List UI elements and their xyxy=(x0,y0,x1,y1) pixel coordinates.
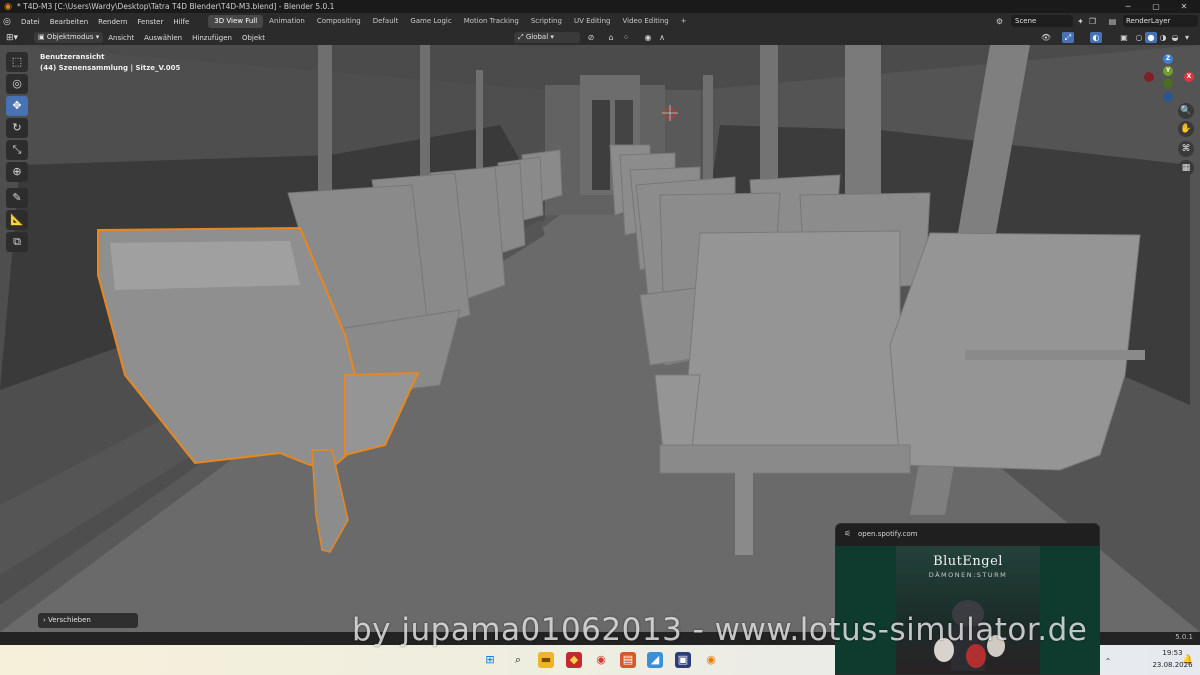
close-button[interactable]: ✕ xyxy=(1170,0,1198,13)
rotate-icon[interactable]: ↻ xyxy=(6,118,28,138)
pin-icon[interactable]: ✦ xyxy=(1075,16,1086,27)
tab-3d-view-full[interactable]: 3D View Full xyxy=(208,15,264,28)
blender-logo-icon: ◉ xyxy=(4,1,12,12)
tab-animation[interactable]: Animation xyxy=(263,15,311,28)
blender-menu-icon[interactable]: ◎ xyxy=(3,17,16,27)
new-scene-icon[interactable]: ❐ xyxy=(1087,16,1098,27)
measure-icon[interactable]: 📐 xyxy=(6,210,28,230)
axis-x-icon[interactable]: X xyxy=(1184,72,1194,82)
notification-icon[interactable]: 🔔 xyxy=(1180,652,1196,668)
view-layer-selector[interactable]: RenderLayer xyxy=(1123,15,1198,27)
search-icon[interactable]: ⌕ xyxy=(510,652,526,668)
select-box-icon[interactable]: ⬚ xyxy=(6,52,28,72)
menu-datei[interactable]: Datei xyxy=(16,18,45,26)
blender-taskbar-icon[interactable]: ◉ xyxy=(703,652,719,668)
menu-auswaehlen[interactable]: Auswählen xyxy=(139,34,187,42)
falloff-icon[interactable]: ∧ xyxy=(656,32,668,43)
xray-toggle-icon[interactable]: ▣ xyxy=(1118,32,1130,43)
tab-uv-editing[interactable]: UV Editing xyxy=(568,15,617,28)
view-layer-icon[interactable]: ▤ xyxy=(1107,16,1118,27)
pan-hand-icon[interactable]: ✋ xyxy=(1178,121,1194,137)
shading-wireframe-icon[interactable]: ○ xyxy=(1133,32,1145,43)
orientation-label: Global xyxy=(525,33,549,41)
pivot-point-icon[interactable]: ⊘ xyxy=(585,32,597,43)
shading-rendered-icon[interactable]: ◒ xyxy=(1169,32,1181,43)
tab-game-logic[interactable]: Game Logic xyxy=(404,15,457,28)
menu-fenster[interactable]: Fenster xyxy=(132,18,168,26)
tab-video-editing[interactable]: Video Editing xyxy=(616,15,674,28)
move-icon[interactable]: ✥ xyxy=(6,96,28,116)
site-settings-icon[interactable]: ⚟ xyxy=(844,529,851,538)
mode-selector[interactable]: ▣ Objektmodus ▾ xyxy=(34,32,104,43)
menu-objekt[interactable]: Objekt xyxy=(237,34,270,42)
window-titlebar: ◉ * T4D-M3 [C:\Users\Wardy\Desktop\Tatra… xyxy=(0,0,1200,13)
minimize-button[interactable]: ─ xyxy=(1114,0,1142,13)
last-operator-panel[interactable]: › Verschieben xyxy=(38,613,138,628)
viewport-header: ⊞▾ ▣ Objektmodus ▾ Ansicht Auswählen Hin… xyxy=(0,30,1200,45)
proportional-edit-icon[interactable]: ◉ xyxy=(642,32,654,43)
album-cover: BlutEngel DÄMONEN:STURM xyxy=(896,546,1040,674)
shading-solid-icon[interactable]: ● xyxy=(1145,32,1157,43)
axis-neg-z-icon[interactable] xyxy=(1163,92,1173,102)
axis-neg-y-icon[interactable] xyxy=(1163,78,1173,88)
window-title: * T4D-M3 [C:\Users\Wardy\Desktop\Tatra T… xyxy=(17,2,335,11)
start-menu-icon[interactable]: ⊞ xyxy=(482,652,498,668)
app-icon-1[interactable]: ◆ xyxy=(566,652,582,668)
cursor-icon[interactable]: ◎ xyxy=(6,74,28,94)
overlay-toggle-icon[interactable]: ◐ xyxy=(1090,32,1102,43)
snap-target-icon[interactable]: ⁘ xyxy=(620,32,632,43)
tab-motion-tracking[interactable]: Motion Tracking xyxy=(458,15,525,28)
app-icon-4[interactable]: ▣ xyxy=(675,652,691,668)
album-art-figures xyxy=(934,600,1005,671)
maximize-button[interactable]: ▢ xyxy=(1142,0,1170,13)
view-name: Benutzeransicht xyxy=(40,53,105,61)
tab-compositing[interactable]: Compositing xyxy=(311,15,367,28)
shading-material-icon[interactable]: ◑ xyxy=(1157,32,1169,43)
tab-scripting[interactable]: Scripting xyxy=(525,15,568,28)
version-label: 5.0.1 xyxy=(1175,633,1193,641)
transform-orientation-selector[interactable]: ⤢ Global ▾ xyxy=(514,32,580,43)
editor-type-icon[interactable]: ⊞▾ xyxy=(6,33,32,43)
shading-options-icon[interactable]: ▾ xyxy=(1181,32,1193,43)
annotate-icon[interactable]: ✎ xyxy=(6,188,28,208)
gizmo-toggle-icon[interactable]: ⤢ xyxy=(1062,32,1074,43)
tray-icons[interactable]: ⌃ ▣ ✪ 🔊 xyxy=(1100,654,1116,675)
zoom-icon[interactable]: 🔍 xyxy=(1178,103,1194,119)
menu-hilfe[interactable]: Hilfe xyxy=(168,18,194,26)
watermark-text: by jupama01062013 - www.lotus-simulator.… xyxy=(352,612,1088,648)
collection-info: (44) Szenensammlung | Sitze_V.005 xyxy=(40,64,181,72)
operator-label: Verschieben xyxy=(48,616,91,624)
spotify-url: open.spotify.com xyxy=(858,530,918,538)
snap-icon[interactable]: ⌂ xyxy=(605,32,617,43)
camera-view-icon[interactable]: ⌘ xyxy=(1178,141,1194,157)
axis-z-icon[interactable]: Z xyxy=(1163,54,1173,64)
scene-icon[interactable]: ⚙ xyxy=(994,16,1005,27)
visibility-icon[interactable]: 👁 xyxy=(1040,32,1052,43)
app-icon-2[interactable]: ▤ xyxy=(620,652,636,668)
add-workspace-button[interactable]: + xyxy=(675,15,693,28)
scale-icon[interactable]: ⤡ xyxy=(6,140,28,160)
top-menu-bar: ◎ Datei Bearbeiten Rendern Fenster Hilfe… xyxy=(0,13,1200,30)
menu-rendern[interactable]: Rendern xyxy=(93,18,132,26)
scene-selector[interactable]: Scene xyxy=(1011,15,1073,27)
tab-default[interactable]: Default xyxy=(367,15,405,28)
file-explorer-icon[interactable]: ▬ xyxy=(538,652,554,668)
transform-icon[interactable]: ⊕ xyxy=(6,162,28,182)
mode-label: Objektmodus xyxy=(46,33,94,41)
app-icon-3[interactable]: ◢ xyxy=(647,652,663,668)
axis-neg-x-icon[interactable] xyxy=(1144,72,1154,82)
menu-ansicht[interactable]: Ansicht xyxy=(103,34,139,42)
menu-bearbeiten[interactable]: Bearbeiten xyxy=(45,18,93,26)
grid-view-icon[interactable]: ▦ xyxy=(1178,160,1194,176)
menu-hinzufuegen[interactable]: Hinzufügen xyxy=(187,34,237,42)
tool-shelf: ⬚ ◎ ✥ ↻ ⤡ ⊕ ✎ 📐 ⧉ xyxy=(6,52,30,254)
axis-y-icon[interactable]: Y xyxy=(1163,66,1173,76)
add-cube-icon[interactable]: ⧉ xyxy=(6,232,28,252)
chrome-icon[interactable]: ◉ xyxy=(593,652,609,668)
spotify-miniplayer[interactable]: ⚟ open.spotify.com BlutEngel DÄMONEN:STU… xyxy=(835,523,1100,675)
